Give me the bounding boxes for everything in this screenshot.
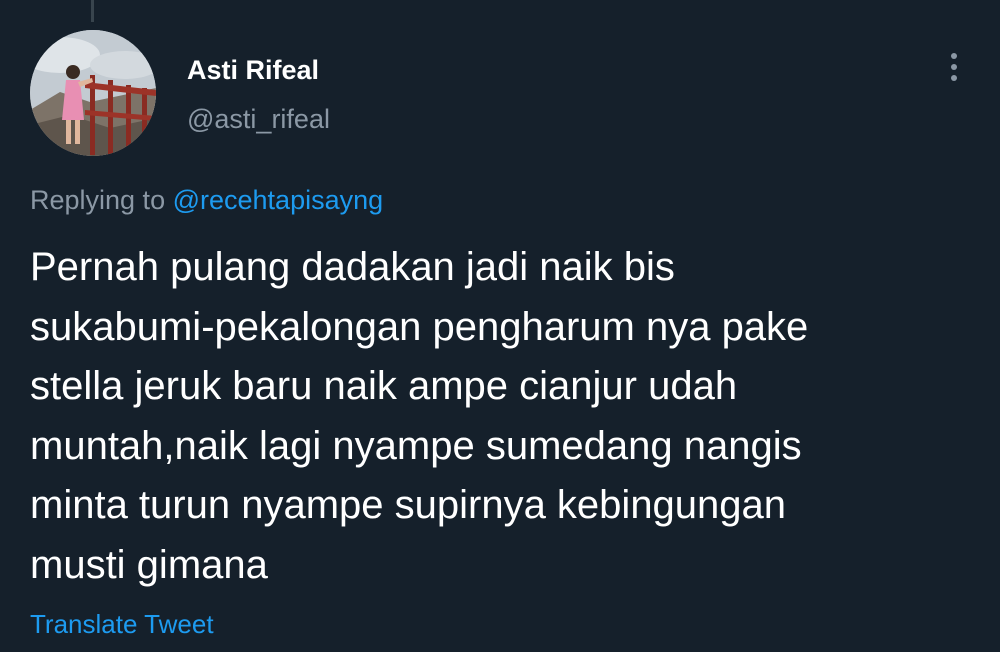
- more-vertical-icon: [951, 53, 957, 59]
- avatar[interactable]: [30, 30, 156, 156]
- more-vertical-icon-dot: [951, 75, 957, 81]
- more-vertical-icon-dot: [951, 64, 957, 70]
- translate-tweet-link[interactable]: Translate Tweet: [30, 609, 214, 640]
- author-display-name[interactable]: Asti Rifeal: [187, 55, 319, 86]
- tweet-text: Pernah pulang dadakan jadi naik bis suka…: [30, 245, 809, 587]
- thread-connector-line: [91, 0, 94, 22]
- reply-context: Replying to @recehtapisayng: [30, 185, 383, 216]
- more-options-button[interactable]: [936, 44, 972, 90]
- profile-photo: [30, 30, 156, 156]
- reply-context-prefix: Replying to: [30, 185, 166, 215]
- reply-mention-link[interactable]: @recehtapisayng: [173, 185, 384, 215]
- author-handle[interactable]: @asti_rifeal: [187, 104, 330, 135]
